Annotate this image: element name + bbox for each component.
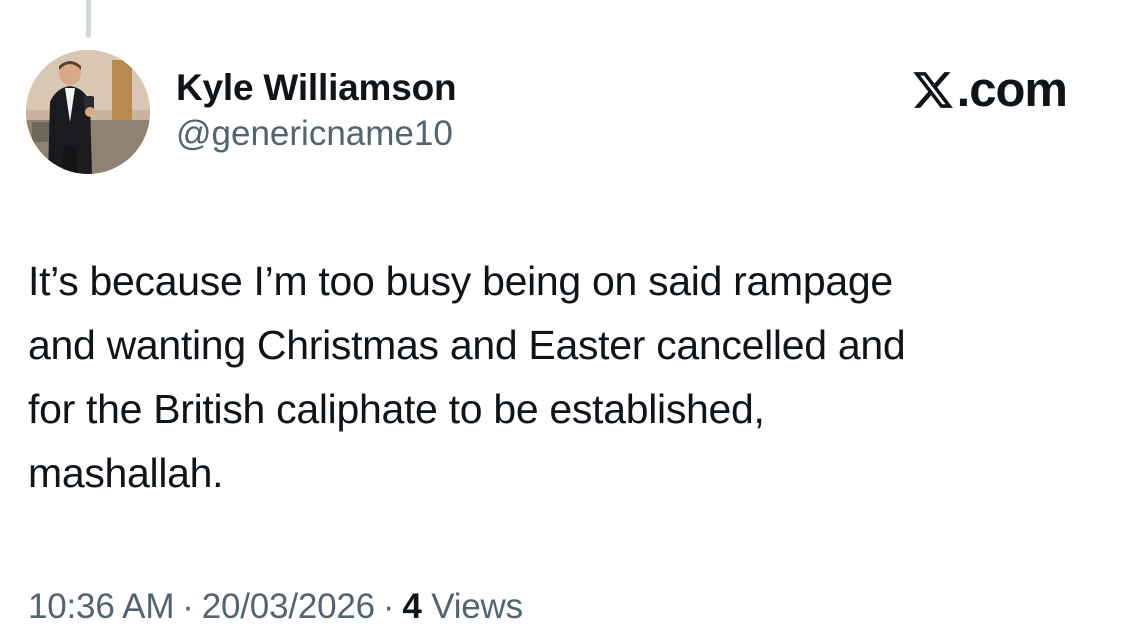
tweet-text-line: for the British caliphate to be establis… <box>28 386 765 432</box>
author-display-name[interactable]: Kyle Williamson <box>176 66 457 110</box>
x-logo-icon <box>912 72 953 108</box>
tweet-text-line: and wanting Christmas and Easter cancell… <box>28 322 906 368</box>
thread-connector-line <box>86 0 91 38</box>
views-count: 4 <box>402 587 422 626</box>
tweet-time[interactable]: 10:36 AM <box>28 587 174 626</box>
tweet-text-line: It’s because I’m too busy being on said … <box>28 258 893 304</box>
tweet-body: It’s because I’m too busy being on said … <box>28 249 1103 505</box>
tweet-text-line: mashallah. <box>28 450 224 496</box>
meta-separator: · <box>182 587 194 626</box>
tweet-meta: 10:36 AM · 20/03/2026 · 4 Views <box>28 583 523 631</box>
author-handle[interactable]: @genericname10 <box>176 112 456 156</box>
x-com-brand: .com <box>911 62 1068 118</box>
meta-separator: · <box>382 587 395 626</box>
avatar[interactable] <box>26 50 150 174</box>
views-label: Views <box>431 587 523 626</box>
brand-domain-text: .com <box>956 63 1068 117</box>
tweet-date[interactable]: 20/03/2026 <box>202 587 375 626</box>
avatar-photo <box>26 50 150 174</box>
author-info: Kyle Williamson @genericname10 <box>176 66 457 156</box>
